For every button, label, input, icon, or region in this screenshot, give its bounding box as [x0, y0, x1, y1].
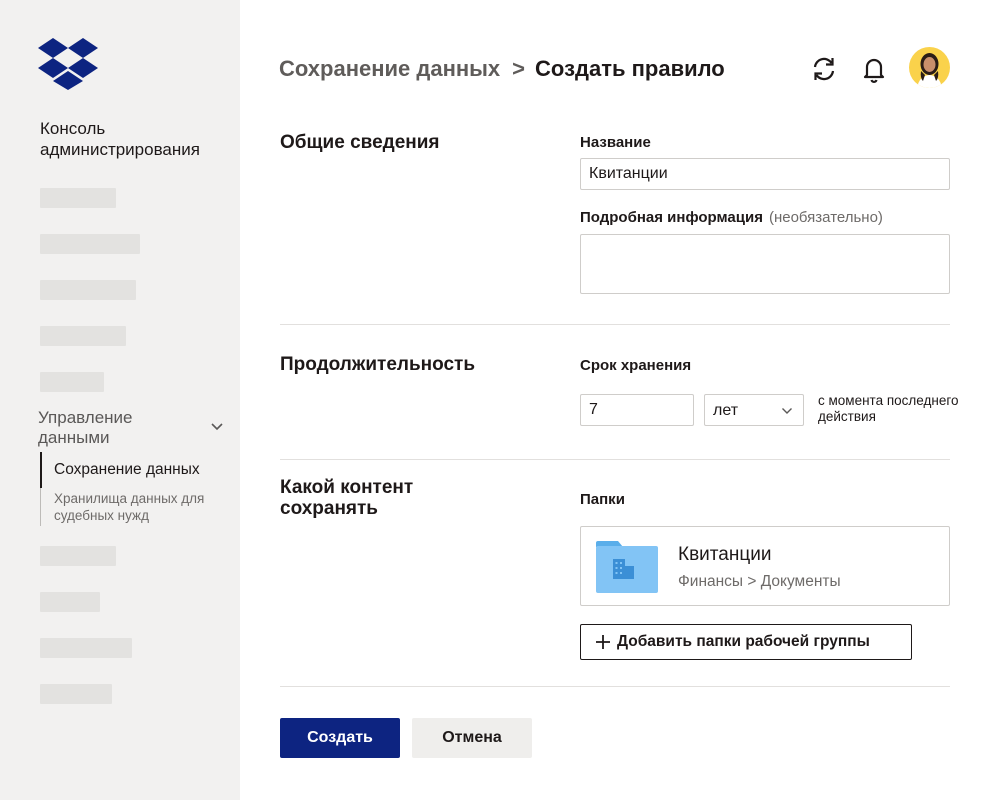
sidebar-item-data-retention[interactable]: Сохранение данных	[40, 452, 230, 488]
details-label: Подробная информация (необязательно)	[580, 209, 883, 226]
sidebar-item-placeholder[interactable]	[40, 280, 136, 300]
sidebar-item-placeholder[interactable]	[40, 234, 140, 254]
sidebar-item-placeholder[interactable]	[40, 546, 116, 566]
sidebar-item-placeholder[interactable]	[40, 188, 116, 208]
section-divider	[280, 324, 950, 325]
details-label-text: Подробная информация	[580, 209, 763, 226]
add-team-folders-label: Добавить папки рабочей группы	[617, 633, 870, 650]
sidebar-item-placeholder[interactable]	[40, 326, 126, 346]
folders-label: Папки	[580, 491, 625, 508]
create-button[interactable]: Создать	[280, 718, 400, 758]
add-team-folders-button[interactable]: Добавить папки рабочей группы	[580, 624, 912, 660]
breadcrumb-parent-link[interactable]: Сохранение данных	[279, 56, 500, 81]
retention-since-text: с момента последнего действия	[818, 393, 959, 424]
team-folder-icon	[596, 541, 658, 593]
sidebar-item-placeholder[interactable]	[40, 684, 112, 704]
section-title-general: Общие сведения	[280, 132, 440, 153]
name-label: Название	[580, 134, 651, 151]
sync-icon[interactable]	[809, 54, 839, 84]
sidebar-item-legal-holds[interactable]: Хранилища данных для судебных нужд	[40, 488, 230, 526]
retention-unit-select[interactable]: лет	[704, 394, 804, 426]
avatar[interactable]	[909, 47, 950, 88]
breadcrumb-separator: >	[512, 56, 526, 81]
details-textarea[interactable]	[580, 234, 950, 294]
sidebar-item-placeholder[interactable]	[40, 638, 132, 658]
section-divider	[280, 459, 950, 460]
sidebar-item-label: Хранилища данных для судебных нужд	[54, 491, 205, 523]
retention-label: Срок хранения	[580, 357, 692, 374]
sidebar-group-data-management[interactable]: Управление данными	[38, 408, 230, 450]
console-title: Консоль администрирования	[40, 119, 200, 159]
sidebar-item-placeholder[interactable]	[40, 372, 104, 392]
retention-unit-value: лет	[713, 402, 739, 419]
chevron-down-icon	[211, 423, 223, 431]
name-input[interactable]	[580, 158, 950, 190]
folder-card[interactable]: Квитанции Финансы > Документы	[580, 526, 950, 606]
retention-period-input[interactable]	[580, 394, 694, 426]
section-divider	[280, 686, 950, 687]
breadcrumb: Сохранение данных > Создать правило	[279, 56, 725, 82]
sidebar-item-placeholder[interactable]	[40, 592, 100, 612]
sidebar-group-label: Управление данными	[38, 408, 133, 447]
dropbox-logo-icon[interactable]	[38, 38, 98, 90]
page-title: Создать правило	[535, 56, 725, 81]
cancel-button[interactable]: Отмена	[412, 718, 532, 758]
bell-icon[interactable]	[859, 54, 889, 84]
section-title-content: Какой контент сохранять	[280, 477, 414, 519]
section-title-duration: Продолжительность	[280, 354, 476, 375]
sidebar-item-label: Сохранение данных	[54, 461, 200, 478]
optional-hint: (необязательно)	[768, 209, 883, 226]
folder-name: Квитанции	[678, 544, 772, 565]
plus-icon	[596, 635, 610, 649]
chevron-down-icon	[782, 408, 792, 414]
user-avatar-icon	[917, 53, 942, 88]
sidebar: Консоль администрирования Управление дан…	[0, 0, 240, 800]
folder-path: Финансы > Документы	[678, 573, 841, 590]
